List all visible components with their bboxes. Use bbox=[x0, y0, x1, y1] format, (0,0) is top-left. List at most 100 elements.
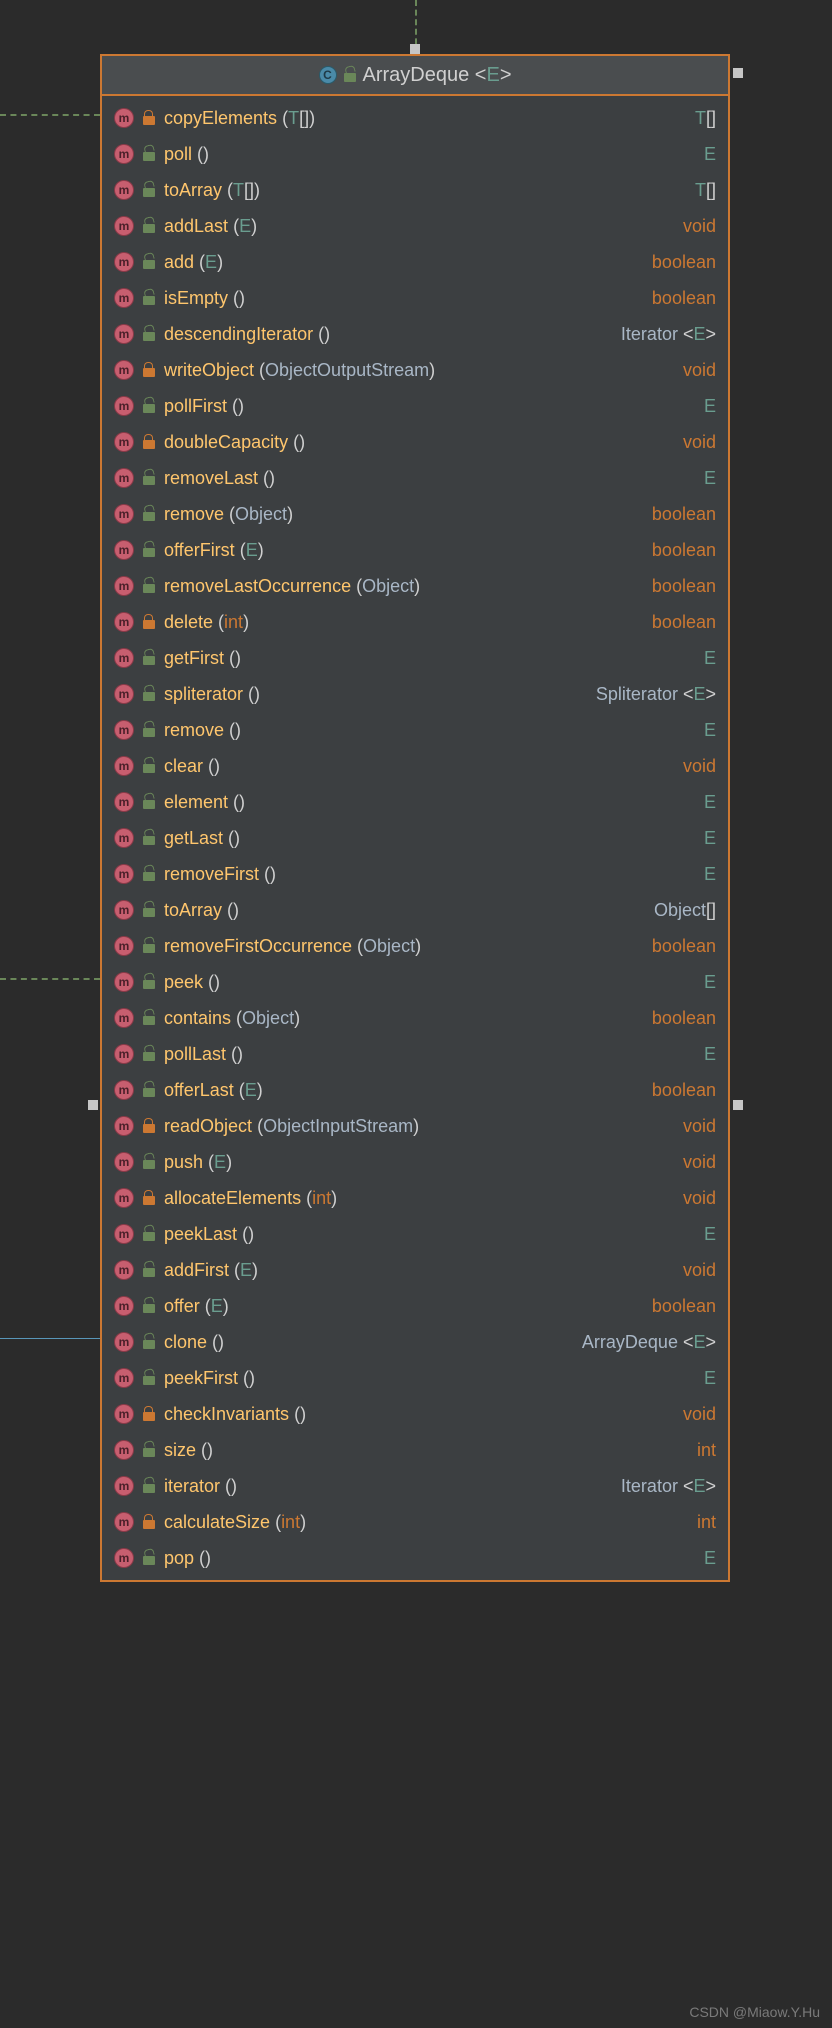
return-type: boolean bbox=[652, 576, 716, 597]
method-row[interactable]: mallocateElements (int)void bbox=[102, 1180, 728, 1216]
return-type: void bbox=[683, 432, 716, 453]
method-icon: m bbox=[114, 648, 134, 668]
method-row[interactable]: mdoubleCapacity ()void bbox=[102, 424, 728, 460]
method-row[interactable]: mreadObject (ObjectInputStream)void bbox=[102, 1108, 728, 1144]
method-icon: m bbox=[114, 324, 134, 344]
return-type: boolean bbox=[652, 936, 716, 957]
method-signature: addFirst (E) bbox=[164, 1260, 675, 1281]
public-lock-icon bbox=[142, 471, 156, 485]
method-signature: clear () bbox=[164, 756, 675, 777]
method-signature: allocateElements (int) bbox=[164, 1188, 675, 1209]
method-row[interactable]: mdelete (int)boolean bbox=[102, 604, 728, 640]
method-row[interactable]: mpeekLast ()E bbox=[102, 1216, 728, 1252]
method-icon: m bbox=[114, 1476, 134, 1496]
return-type: E bbox=[704, 144, 716, 165]
method-icon: m bbox=[114, 180, 134, 200]
method-row[interactable]: madd (E)boolean bbox=[102, 244, 728, 280]
method-signature: delete (int) bbox=[164, 612, 644, 633]
public-lock-icon bbox=[142, 723, 156, 737]
method-row[interactable]: mcontains (Object)boolean bbox=[102, 1000, 728, 1036]
method-row[interactable]: melement ()E bbox=[102, 784, 728, 820]
method-row[interactable]: mremoveFirstOccurrence (Object)boolean bbox=[102, 928, 728, 964]
method-icon: m bbox=[114, 1188, 134, 1208]
public-lock-icon bbox=[142, 831, 156, 845]
method-icon: m bbox=[114, 720, 134, 740]
method-row[interactable]: mremoveLastOccurrence (Object)boolean bbox=[102, 568, 728, 604]
public-lock-icon bbox=[142, 507, 156, 521]
method-row[interactable]: mcheckInvariants ()void bbox=[102, 1396, 728, 1432]
method-signature: readObject (ObjectInputStream) bbox=[164, 1116, 675, 1137]
method-row[interactable]: maddFirst (E)void bbox=[102, 1252, 728, 1288]
method-icon: m bbox=[114, 504, 134, 524]
method-row[interactable]: mofferFirst (E)boolean bbox=[102, 532, 728, 568]
method-row[interactable]: mcopyElements (T[])T[] bbox=[102, 100, 728, 136]
public-lock-icon bbox=[142, 795, 156, 809]
handle-right[interactable] bbox=[733, 1100, 743, 1110]
method-row[interactable]: mremoveLast ()E bbox=[102, 460, 728, 496]
return-type: Object[] bbox=[654, 900, 716, 921]
public-lock-icon bbox=[142, 399, 156, 413]
public-lock-icon bbox=[142, 1011, 156, 1025]
method-row[interactable]: mpeekFirst ()E bbox=[102, 1360, 728, 1396]
return-type: boolean bbox=[652, 1080, 716, 1101]
method-icon: m bbox=[114, 108, 134, 128]
method-row[interactable]: mclone ()ArrayDeque <E> bbox=[102, 1324, 728, 1360]
method-row[interactable]: mremove (Object)boolean bbox=[102, 496, 728, 532]
method-row[interactable]: moffer (E)boolean bbox=[102, 1288, 728, 1324]
method-row[interactable]: mgetFirst ()E bbox=[102, 640, 728, 676]
method-signature: size () bbox=[164, 1440, 689, 1461]
method-icon: m bbox=[114, 1116, 134, 1136]
class-icon: C bbox=[319, 66, 337, 84]
private-lock-icon bbox=[142, 111, 156, 125]
method-row[interactable]: mclear ()void bbox=[102, 748, 728, 784]
method-row[interactable]: mpop ()E bbox=[102, 1540, 728, 1576]
connector-left-2 bbox=[0, 978, 100, 980]
method-row[interactable]: miterator ()Iterator <E> bbox=[102, 1468, 728, 1504]
method-row[interactable]: mremove ()E bbox=[102, 712, 728, 748]
method-row[interactable]: mpollLast ()E bbox=[102, 1036, 728, 1072]
method-row[interactable]: mtoArray ()Object[] bbox=[102, 892, 728, 928]
method-row[interactable]: maddLast (E)void bbox=[102, 208, 728, 244]
public-lock-icon bbox=[142, 219, 156, 233]
method-signature: checkInvariants () bbox=[164, 1404, 675, 1425]
return-type: boolean bbox=[652, 252, 716, 273]
method-row[interactable]: mtoArray (T[])T[] bbox=[102, 172, 728, 208]
method-row[interactable]: misEmpty ()boolean bbox=[102, 280, 728, 316]
method-row[interactable]: mremoveFirst ()E bbox=[102, 856, 728, 892]
method-row[interactable]: mpeek ()E bbox=[102, 964, 728, 1000]
method-row[interactable]: mwriteObject (ObjectOutputStream)void bbox=[102, 352, 728, 388]
method-icon: m bbox=[114, 144, 134, 164]
uml-method-list: mcopyElements (T[])T[]mpoll ()EmtoArray … bbox=[102, 96, 728, 1580]
return-type: E bbox=[704, 648, 716, 669]
method-row[interactable]: mgetLast ()E bbox=[102, 820, 728, 856]
handle-tr[interactable] bbox=[733, 68, 743, 78]
method-icon: m bbox=[114, 216, 134, 236]
method-icon: m bbox=[114, 1440, 134, 1460]
public-lock-icon bbox=[142, 1047, 156, 1061]
private-lock-icon bbox=[142, 1191, 156, 1205]
method-icon: m bbox=[114, 792, 134, 812]
method-row[interactable]: mcalculateSize (int)int bbox=[102, 1504, 728, 1540]
method-row[interactable]: mpollFirst ()E bbox=[102, 388, 728, 424]
return-type: Iterator <E> bbox=[621, 1476, 716, 1497]
method-row[interactable]: mpush (E)void bbox=[102, 1144, 728, 1180]
handle-left[interactable] bbox=[88, 1100, 98, 1110]
return-type: boolean bbox=[652, 612, 716, 633]
method-row[interactable]: mspliterator ()Spliterator <E> bbox=[102, 676, 728, 712]
uml-class-box[interactable]: C ArrayDeque <E> mcopyElements (T[])T[]m… bbox=[100, 54, 730, 1582]
method-signature: offer (E) bbox=[164, 1296, 644, 1317]
method-signature: addLast (E) bbox=[164, 216, 675, 237]
method-row[interactable]: mpoll ()E bbox=[102, 136, 728, 172]
method-row[interactable]: mofferLast (E)boolean bbox=[102, 1072, 728, 1108]
method-signature: removeFirst () bbox=[164, 864, 696, 885]
method-signature: spliterator () bbox=[164, 684, 588, 705]
method-icon: m bbox=[114, 1044, 134, 1064]
method-row[interactable]: msize ()int bbox=[102, 1432, 728, 1468]
method-row[interactable]: mdescendingIterator ()Iterator <E> bbox=[102, 316, 728, 352]
uml-title-bar: C ArrayDeque <E> bbox=[102, 56, 728, 96]
return-type: boolean bbox=[652, 1008, 716, 1029]
public-lock-icon bbox=[142, 975, 156, 989]
handle-top[interactable] bbox=[410, 44, 420, 54]
public-lock-icon bbox=[142, 867, 156, 881]
method-icon: m bbox=[114, 1296, 134, 1316]
